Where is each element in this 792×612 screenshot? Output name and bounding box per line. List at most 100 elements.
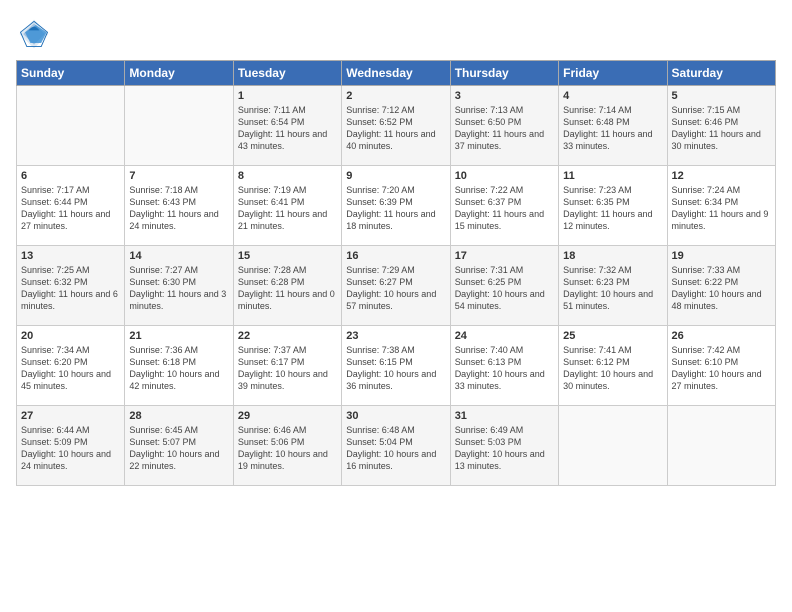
cell-sunset: Sunset: 6:27 PM [346,276,445,288]
cell-daylight: Daylight: 11 hours and 18 minutes. [346,208,445,232]
cell-sunset: Sunset: 6:37 PM [455,196,554,208]
cell-sunset: Sunset: 6:20 PM [21,356,120,368]
cell-sunrise: Sunrise: 7:33 AM [672,264,771,276]
cell-daylight: Daylight: 11 hours and 30 minutes. [672,128,771,152]
cell-sunrise: Sunrise: 7:29 AM [346,264,445,276]
cell-sunrise: Sunrise: 7:25 AM [21,264,120,276]
cell-sunset: Sunset: 6:44 PM [21,196,120,208]
day-number: 5 [672,90,771,102]
day-number: 31 [455,410,554,422]
cell-daylight: Daylight: 11 hours and 37 minutes. [455,128,554,152]
cell-daylight: Daylight: 11 hours and 40 minutes. [346,128,445,152]
calendar-cell: 1 Sunrise: 7:11 AM Sunset: 6:54 PM Dayli… [233,86,341,166]
day-number: 15 [238,250,337,262]
cell-sunrise: Sunrise: 7:32 AM [563,264,662,276]
day-number: 18 [563,250,662,262]
calendar-header: SundayMondayTuesdayWednesdayThursdayFrid… [17,61,776,86]
day-number: 3 [455,90,554,102]
day-number: 12 [672,170,771,182]
day-number: 27 [21,410,120,422]
day-number: 20 [21,330,120,342]
logo [16,16,58,52]
cell-sunrise: Sunrise: 7:41 AM [563,344,662,356]
day-number: 26 [672,330,771,342]
cell-daylight: Daylight: 10 hours and 42 minutes. [129,368,228,392]
calendar-cell: 13 Sunrise: 7:25 AM Sunset: 6:32 PM Dayl… [17,246,125,326]
day-number: 21 [129,330,228,342]
cell-daylight: Daylight: 10 hours and 54 minutes. [455,288,554,312]
calendar-table: SundayMondayTuesdayWednesdayThursdayFrid… [16,60,776,486]
calendar-cell: 9 Sunrise: 7:20 AM Sunset: 6:39 PM Dayli… [342,166,450,246]
cell-daylight: Daylight: 10 hours and 30 minutes. [563,368,662,392]
logo-icon [16,16,52,52]
cell-sunrise: Sunrise: 7:11 AM [238,104,337,116]
cell-sunset: Sunset: 6:22 PM [672,276,771,288]
calendar-week-row: 6 Sunrise: 7:17 AM Sunset: 6:44 PM Dayli… [17,166,776,246]
cell-daylight: Daylight: 10 hours and 36 minutes. [346,368,445,392]
cell-sunrise: Sunrise: 7:17 AM [21,184,120,196]
calendar-cell: 24 Sunrise: 7:40 AM Sunset: 6:13 PM Dayl… [450,326,558,406]
cell-sunrise: Sunrise: 7:40 AM [455,344,554,356]
header-day: Saturday [667,61,775,86]
calendar-cell: 11 Sunrise: 7:23 AM Sunset: 6:35 PM Dayl… [559,166,667,246]
cell-sunset: Sunset: 6:10 PM [672,356,771,368]
cell-sunrise: Sunrise: 6:48 AM [346,424,445,436]
day-number: 29 [238,410,337,422]
day-number: 19 [672,250,771,262]
cell-daylight: Daylight: 11 hours and 33 minutes. [563,128,662,152]
cell-sunset: Sunset: 6:35 PM [563,196,662,208]
header-row: SundayMondayTuesdayWednesdayThursdayFrid… [17,61,776,86]
calendar-body: 1 Sunrise: 7:11 AM Sunset: 6:54 PM Dayli… [17,86,776,486]
day-number: 25 [563,330,662,342]
cell-daylight: Daylight: 10 hours and 39 minutes. [238,368,337,392]
cell-sunrise: Sunrise: 7:19 AM [238,184,337,196]
calendar-cell [17,86,125,166]
cell-daylight: Daylight: 11 hours and 27 minutes. [21,208,120,232]
cell-daylight: Daylight: 11 hours and 3 minutes. [129,288,228,312]
cell-sunset: Sunset: 6:39 PM [346,196,445,208]
cell-daylight: Daylight: 10 hours and 27 minutes. [672,368,771,392]
cell-sunrise: Sunrise: 7:22 AM [455,184,554,196]
cell-sunset: Sunset: 6:13 PM [455,356,554,368]
calendar-cell: 14 Sunrise: 7:27 AM Sunset: 6:30 PM Dayl… [125,246,233,326]
cell-sunset: Sunset: 6:41 PM [238,196,337,208]
cell-sunset: Sunset: 6:17 PM [238,356,337,368]
header-day: Monday [125,61,233,86]
cell-sunrise: Sunrise: 7:20 AM [346,184,445,196]
calendar-cell: 5 Sunrise: 7:15 AM Sunset: 6:46 PM Dayli… [667,86,775,166]
header-day: Wednesday [342,61,450,86]
day-number: 9 [346,170,445,182]
cell-sunrise: Sunrise: 7:12 AM [346,104,445,116]
cell-daylight: Daylight: 11 hours and 15 minutes. [455,208,554,232]
calendar-cell: 10 Sunrise: 7:22 AM Sunset: 6:37 PM Dayl… [450,166,558,246]
calendar-cell: 22 Sunrise: 7:37 AM Sunset: 6:17 PM Dayl… [233,326,341,406]
cell-sunset: Sunset: 6:12 PM [563,356,662,368]
header-day: Thursday [450,61,558,86]
calendar-cell: 30 Sunrise: 6:48 AM Sunset: 5:04 PM Dayl… [342,406,450,486]
cell-sunrise: Sunrise: 6:49 AM [455,424,554,436]
calendar-cell: 26 Sunrise: 7:42 AM Sunset: 6:10 PM Dayl… [667,326,775,406]
day-number: 11 [563,170,662,182]
cell-sunset: Sunset: 6:48 PM [563,116,662,128]
calendar-cell: 23 Sunrise: 7:38 AM Sunset: 6:15 PM Dayl… [342,326,450,406]
day-number: 13 [21,250,120,262]
cell-daylight: Daylight: 10 hours and 16 minutes. [346,448,445,472]
cell-daylight: Daylight: 11 hours and 21 minutes. [238,208,337,232]
header-day: Sunday [17,61,125,86]
day-number: 8 [238,170,337,182]
day-number: 6 [21,170,120,182]
calendar-week-row: 20 Sunrise: 7:34 AM Sunset: 6:20 PM Dayl… [17,326,776,406]
calendar-cell: 27 Sunrise: 6:44 AM Sunset: 5:09 PM Dayl… [17,406,125,486]
cell-sunrise: Sunrise: 7:34 AM [21,344,120,356]
cell-sunrise: Sunrise: 7:28 AM [238,264,337,276]
cell-sunrise: Sunrise: 7:23 AM [563,184,662,196]
cell-sunset: Sunset: 5:06 PM [238,436,337,448]
cell-daylight: Daylight: 11 hours and 9 minutes. [672,208,771,232]
cell-daylight: Daylight: 10 hours and 22 minutes. [129,448,228,472]
cell-daylight: Daylight: 11 hours and 0 minutes. [238,288,337,312]
page-header [16,16,776,52]
calendar-cell: 20 Sunrise: 7:34 AM Sunset: 6:20 PM Dayl… [17,326,125,406]
cell-sunrise: Sunrise: 7:24 AM [672,184,771,196]
cell-sunrise: Sunrise: 7:13 AM [455,104,554,116]
day-number: 1 [238,90,337,102]
